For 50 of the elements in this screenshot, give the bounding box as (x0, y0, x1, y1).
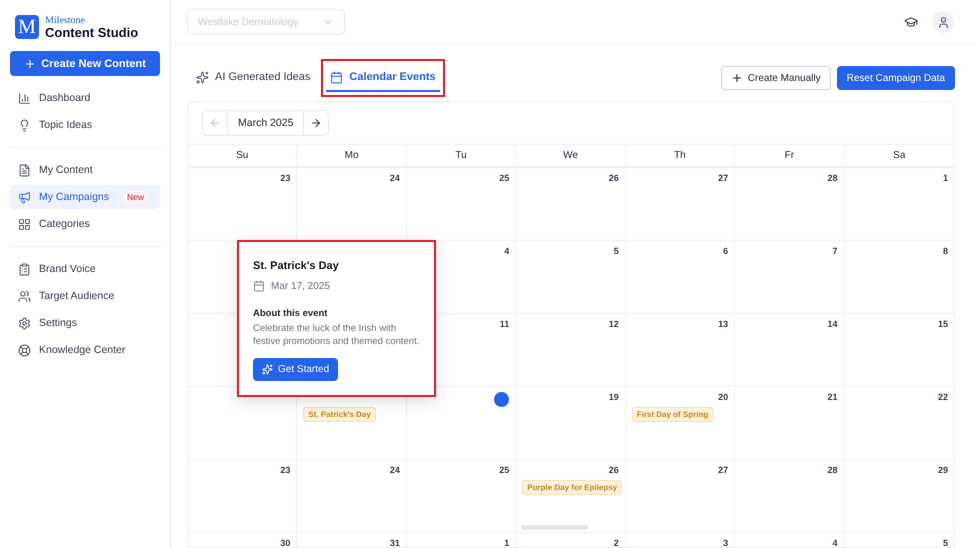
weekday-header: Mo (297, 145, 407, 167)
day-number: 6 (723, 246, 728, 256)
weekday-header: We (516, 145, 626, 167)
day-number: 4 (504, 246, 510, 256)
day-number: 11 (500, 319, 510, 329)
day-number: 4 (832, 538, 838, 547)
new-badge: New (123, 190, 148, 204)
day-number: 26 (608, 173, 619, 183)
weekday-header: Sa (844, 145, 954, 167)
day-number: 25 (499, 465, 510, 475)
day-number: 30 (280, 538, 290, 547)
day-number: 8 (942, 246, 948, 256)
day-number: 2 (614, 538, 619, 547)
day-number: 26 (608, 465, 619, 475)
day-number: 24 (390, 173, 400, 183)
day-number: 14 (828, 319, 838, 329)
day-number: 1 (504, 538, 510, 547)
day-number: 28 (828, 173, 838, 183)
day-number: 5 (942, 538, 948, 547)
day-number: 5 (614, 246, 619, 256)
day-number: 23 (280, 173, 290, 183)
event-title: St. Patrick's Day (253, 260, 339, 272)
brand-name: Content Studio (45, 26, 138, 38)
day-number: 31 (390, 538, 400, 547)
day-number: 27 (718, 173, 728, 183)
day-number: 12 (608, 319, 619, 329)
day-number: 24 (390, 465, 400, 475)
day-number: 20 (718, 392, 728, 402)
day-number: 28 (828, 465, 838, 475)
day-number: 23 (280, 465, 290, 475)
day-number: 3 (723, 538, 728, 547)
brand-subtitle: Milestone (45, 16, 86, 26)
day-number: 19 (608, 392, 619, 402)
weekday-header: Tu (406, 145, 516, 167)
day-number: 29 (938, 465, 948, 475)
about-heading: About this event (253, 308, 328, 319)
month-label: March 2025 (227, 111, 304, 135)
day-number: 27 (718, 465, 728, 475)
day-number: 25 (499, 173, 510, 183)
day-number: 15 (938, 319, 948, 329)
day-number: 22 (938, 392, 948, 402)
day-number: 1 (942, 173, 948, 183)
logo-mark: M (15, 15, 39, 39)
weekday-header: Su (188, 145, 298, 167)
day-number: 13 (718, 319, 728, 329)
day-number: 21 (828, 392, 838, 402)
day-number: 7 (832, 246, 838, 256)
weekday-header: Fr (735, 145, 845, 167)
event-date: Mar 17, 2025 (253, 280, 330, 292)
weekday-header: Th (626, 145, 736, 167)
